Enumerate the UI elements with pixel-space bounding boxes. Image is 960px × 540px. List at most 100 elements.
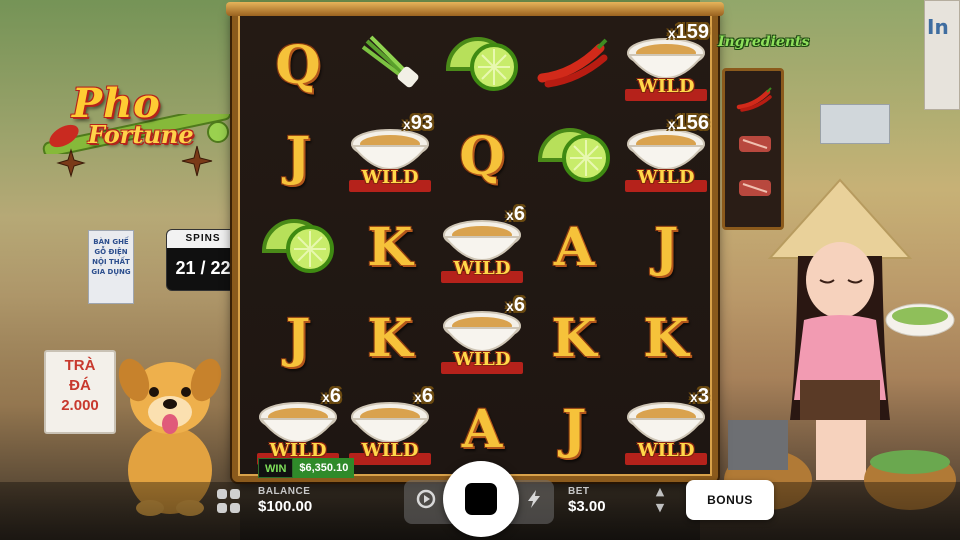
letter-symbol-text: J: [285, 308, 311, 369]
symbol-lime-icon: [528, 111, 620, 202]
symbol-wild: WILD x6: [436, 293, 528, 384]
wild-multiplier-value: 6: [329, 384, 341, 407]
wild-label: WILD: [361, 166, 419, 188]
symbol-letter-k: K: [344, 293, 436, 384]
store-sign-line: NỘI THẤT: [92, 258, 130, 266]
right-sign-text: In: [927, 15, 949, 39]
wild-multiplier: x6: [506, 202, 525, 225]
free-spins-counter: SPINS 21 / 22: [166, 229, 240, 291]
symbol-letter-j: J: [252, 111, 344, 202]
symbol-letter-j: J: [620, 202, 712, 293]
symbol-wild: WILD x156: [620, 111, 712, 202]
wild-bowl: WILD x93: [347, 111, 433, 200]
wild-multiplier-value: 6: [421, 384, 433, 407]
background-store-sign: BÀN GHẾ GỖ ĐIỆN NỘI THẤT GIA DỤNG: [88, 230, 134, 304]
wild-label: WILD: [453, 257, 511, 279]
beef-icon: [735, 173, 775, 203]
chili-icon: [534, 34, 614, 98]
symbol-letter-a: A: [528, 202, 620, 293]
background-tea-sign: TRÀ ĐÁ 2.000: [44, 350, 116, 434]
bet-value: $3.00: [568, 498, 606, 515]
store-sign-line: GỖ ĐIỆN: [94, 248, 128, 256]
symbol-lime-icon: [436, 20, 528, 111]
wild-multiplier: x93: [402, 111, 433, 134]
store-sign-line: BÀN GHẾ: [93, 238, 129, 246]
star-anise-icon: [181, 145, 213, 177]
symbol-letter-q: Q: [436, 111, 528, 202]
letter-symbol-text: J: [653, 217, 679, 278]
symbol-letter-q: Q: [252, 20, 344, 111]
spins-label: SPINS: [167, 230, 239, 248]
win-value: $6,350.10: [293, 458, 355, 478]
wild-multiplier-value: 3: [697, 384, 709, 407]
lime-icon: [534, 122, 614, 192]
menu-dot-icon: [230, 489, 240, 499]
wild-multiplier: x156: [667, 111, 709, 134]
autoplay-button[interactable]: [414, 488, 438, 512]
chili-icon: [735, 85, 775, 115]
wild-multiplier-value: 156: [675, 111, 709, 134]
wild-multiplier: x159: [667, 20, 709, 43]
symbol-letter-j: J: [528, 384, 620, 475]
wild-bowl: WILD x156: [623, 111, 709, 200]
wild-bowl: WILD x6: [347, 384, 433, 473]
letter-symbol-text: J: [561, 399, 587, 460]
menu-grid-button[interactable]: [217, 489, 241, 513]
wild-multiplier: x6: [506, 293, 525, 316]
bet-decrease-icon[interactable]: ▼: [652, 500, 668, 516]
symbol-chili-icon: [528, 20, 620, 111]
autoplay-icon: [416, 489, 436, 509]
symbol-letter-j: J: [252, 293, 344, 384]
wild-multiplier-value: 93: [410, 111, 433, 134]
turbo-button[interactable]: [522, 488, 546, 512]
tea-sign-line: 2.000: [61, 397, 99, 414]
store-sign-line: GIA DỤNG: [91, 268, 131, 276]
background-shop-board: [820, 104, 890, 144]
letter-symbol-text: K: [367, 217, 413, 278]
star-anise-icon: [56, 148, 86, 178]
symbol-lime-icon: [252, 202, 344, 293]
menu-dot-icon: [230, 502, 240, 513]
ingredients-title: Ingredients: [718, 34, 810, 50]
reel-grid: Q WILD x159 J WILD x93 Q WILD x156 K WILD x6 A J J K WIL…: [252, 20, 712, 478]
wild-label: WILD: [637, 75, 695, 97]
scallion-icon: [353, 27, 427, 105]
lime-icon: [442, 31, 522, 101]
wild-multiplier-value: 6: [513, 293, 525, 316]
wild-label: WILD: [637, 166, 695, 188]
balance-value: $100.00: [258, 498, 313, 515]
letter-symbol-text: Q: [275, 35, 321, 96]
wild-label: WILD: [637, 439, 695, 461]
symbol-letter-k: K: [528, 293, 620, 384]
symbol-wild: WILD x6: [344, 384, 436, 475]
letter-symbol-text: J: [285, 126, 311, 187]
bet-adjust: ▲ ▼: [652, 484, 668, 518]
balance-label: BALANCE: [258, 486, 311, 497]
logo-title-fortune: Fortune: [88, 120, 194, 149]
wild-multiplier-value: 6: [513, 202, 525, 225]
letter-symbol-text: Q: [459, 126, 505, 187]
ingredients-collection-box: [722, 68, 784, 230]
menu-dot-icon: [217, 489, 227, 499]
lime-icon: [258, 213, 338, 283]
stop-icon: [465, 483, 497, 515]
letter-symbol-text: A: [461, 399, 503, 460]
reel-frame-top: [226, 2, 724, 16]
background-right-sign: In: [924, 0, 960, 110]
letter-symbol-text: A: [553, 217, 595, 278]
symbol-wild: WILD x93: [344, 111, 436, 202]
bet-increase-icon[interactable]: ▲: [652, 484, 668, 500]
symbol-scallion-icon: [344, 20, 436, 111]
wild-multiplier: x6: [322, 384, 341, 407]
beef-icon: [735, 129, 775, 159]
wild-bowl: WILD x3: [623, 384, 709, 473]
wild-multiplier-value: 159: [675, 20, 709, 43]
wild-bowl: WILD x6: [439, 202, 525, 291]
wild-label: WILD: [453, 348, 511, 370]
bonus-button[interactable]: BONUS: [686, 480, 774, 520]
wild-multiplier: x6: [414, 384, 433, 407]
letter-symbol-text: K: [551, 308, 597, 369]
symbol-wild: WILD x3: [620, 384, 712, 475]
spin-button[interactable]: [443, 461, 519, 537]
game-logo: Pho Fortune: [42, 78, 238, 182]
